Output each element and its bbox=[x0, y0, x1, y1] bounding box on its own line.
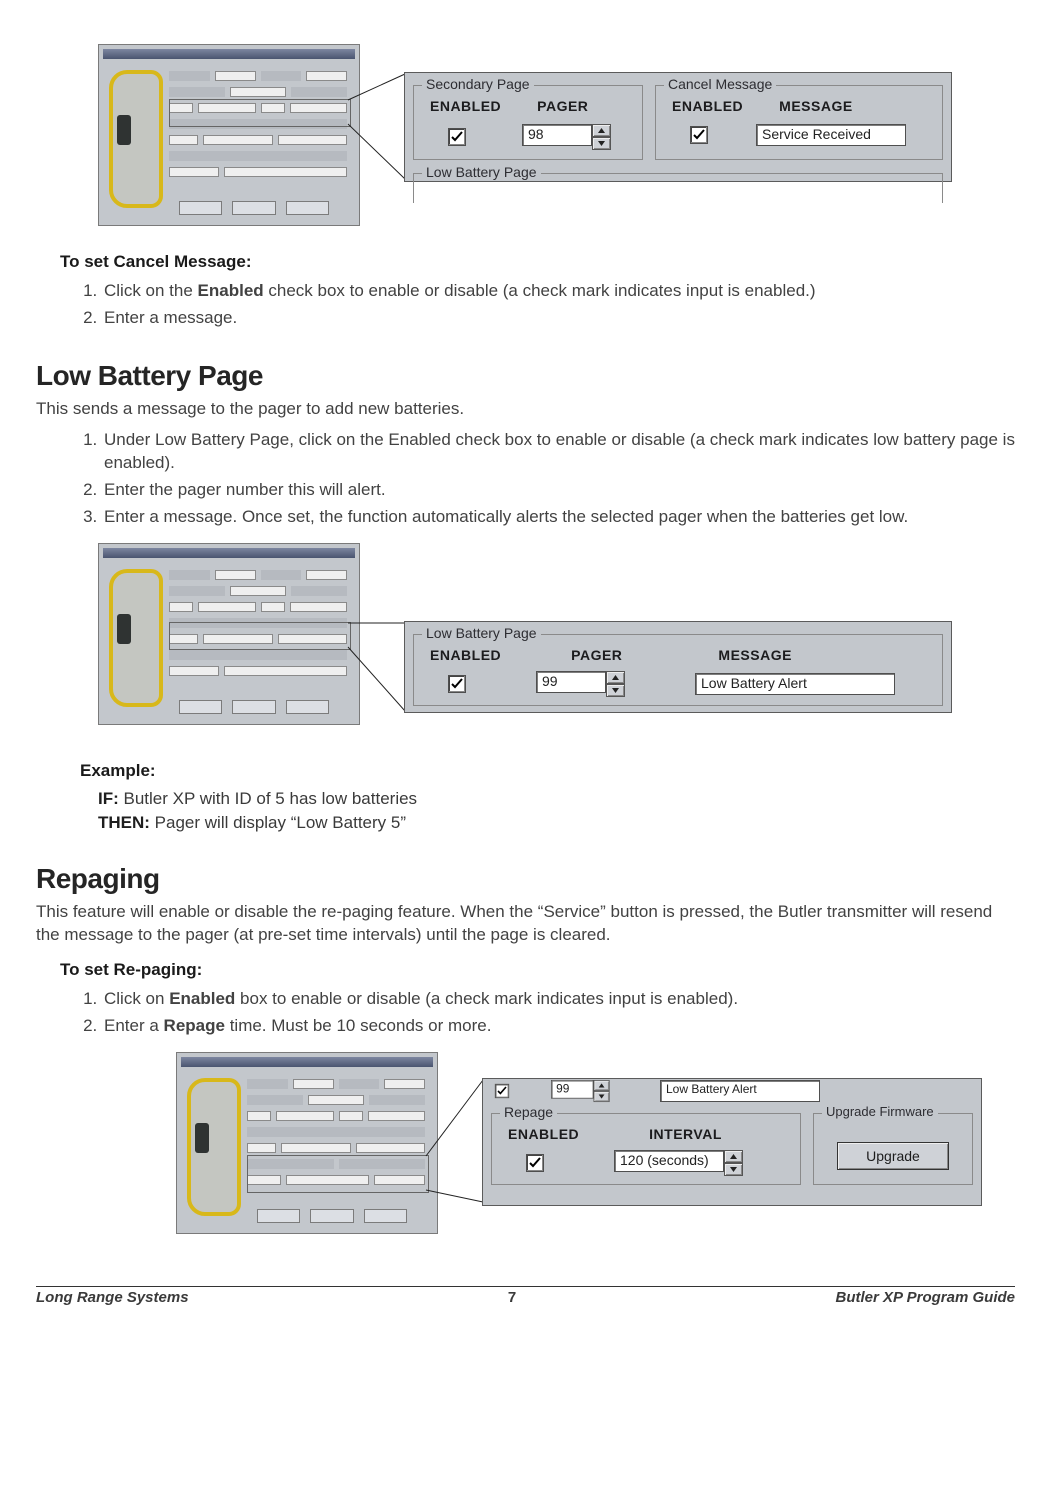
spinner-down-icon[interactable] bbox=[606, 684, 625, 697]
step-repage-1: Click on Enabled box to enable or disabl… bbox=[102, 988, 1015, 1011]
lowbat-message-input[interactable]: Low Battery Alert bbox=[695, 673, 895, 695]
page-footer: Long Range Systems 7 Butler XP Program G… bbox=[36, 1286, 1015, 1306]
secondary-pager-value[interactable]: 98 bbox=[522, 124, 592, 146]
heading-repaging: To set Re-paging: bbox=[60, 960, 1015, 980]
group-label-cancel: Cancel Message bbox=[664, 76, 776, 92]
group-label-secondary: Secondary Page bbox=[422, 76, 534, 92]
cutoff-label: Low Battery Page bbox=[422, 164, 541, 180]
figure-low-battery: Low Battery Page ENABLED PAGER MESSAGE 9… bbox=[98, 543, 1015, 743]
secondary-pager-spinner[interactable]: 98 bbox=[522, 124, 611, 150]
figure-secondary-cancel: Secondary Page ENABLED PAGER 98 bbox=[98, 44, 1015, 234]
repage-interval-spinner[interactable]: 120 (seconds) bbox=[614, 1150, 743, 1176]
zoom-panel-low-battery: Low Battery Page ENABLED PAGER MESSAGE 9… bbox=[404, 621, 952, 713]
group-label-upgrade: Upgrade Firmware bbox=[822, 1104, 938, 1119]
steps-lowbat: Under Low Battery Page, click on the Ena… bbox=[74, 429, 1015, 529]
header-interval: INTERVAL bbox=[649, 1126, 722, 1142]
cancel-enabled-checkbox[interactable] bbox=[690, 126, 708, 144]
group-cutoff: Low Battery Page bbox=[413, 173, 943, 203]
repage-interval-value[interactable]: 120 (seconds) bbox=[614, 1150, 724, 1172]
lowbat-pager-value[interactable]: 99 bbox=[536, 671, 606, 693]
header-pager: PAGER bbox=[571, 647, 622, 663]
header-enabled: ENABLED bbox=[430, 98, 501, 114]
topstrip-checkbox bbox=[495, 1084, 509, 1098]
title-low-battery: Low Battery Page bbox=[36, 360, 1015, 392]
cancel-message-input[interactable]: Service Received bbox=[756, 124, 906, 146]
spinner-up-icon[interactable] bbox=[592, 124, 611, 137]
spinner-up-icon[interactable] bbox=[606, 671, 625, 684]
header-message: MESSAGE bbox=[779, 98, 853, 114]
topstrip-spinner: 99 bbox=[551, 1080, 610, 1102]
group-repage: Repage ENABLED INTERVAL 120 (seconds) bbox=[491, 1113, 801, 1185]
step-lowbat-1: Under Low Battery Page, click on the Ena… bbox=[102, 429, 1015, 475]
intro-low-battery: This sends a message to the pager to add… bbox=[36, 398, 1015, 421]
step-repage-2: Enter a Repage time. Must be 10 seconds … bbox=[102, 1015, 1015, 1038]
header-enabled: ENABLED bbox=[672, 98, 743, 114]
secondary-enabled-checkbox[interactable] bbox=[448, 128, 466, 146]
steps-cancel: Click on the Enabled check box to enable… bbox=[74, 280, 1015, 330]
spinner-down-icon[interactable] bbox=[724, 1163, 743, 1176]
header-pager: PAGER bbox=[537, 98, 588, 114]
lowbat-enabled-checkbox[interactable] bbox=[448, 675, 466, 693]
example-if-line: IF: Butler XP with ID of 5 has low batte… bbox=[98, 789, 1015, 809]
group-label-lowbat: Low Battery Page bbox=[422, 625, 541, 641]
header-enabled: ENABLED bbox=[430, 647, 501, 663]
example-then-line: THEN: Pager will display “Low Battery 5” bbox=[98, 813, 1015, 833]
group-upgrade-firmware: Upgrade Firmware Upgrade bbox=[813, 1113, 973, 1185]
step-lowbat-2: Enter the pager number this will alert. bbox=[102, 479, 1015, 502]
step-lowbat-3: Enter a message. Once set, the function … bbox=[102, 506, 1015, 529]
group-cancel-message: Cancel Message ENABLED MESSAGE Service R… bbox=[655, 85, 943, 160]
footer-page-number: 7 bbox=[508, 1289, 516, 1306]
group-secondary-page: Secondary Page ENABLED PAGER 98 bbox=[413, 85, 643, 160]
zoom-panel-repage: 99 Low Battery Alert Repage ENABLED INTE… bbox=[482, 1078, 982, 1206]
step-cancel-1: Click on the Enabled check box to enable… bbox=[102, 280, 1015, 303]
spinner-up-icon[interactable] bbox=[724, 1150, 743, 1163]
upgrade-button[interactable]: Upgrade bbox=[837, 1142, 949, 1170]
lowbat-pager-spinner[interactable]: 99 bbox=[536, 671, 625, 697]
zoom-panel-secondary-cancel: Secondary Page ENABLED PAGER 98 bbox=[404, 72, 952, 182]
figure-repage: 99 Low Battery Alert Repage ENABLED INTE… bbox=[176, 1052, 1015, 1252]
step-cancel-2: Enter a message. bbox=[102, 307, 1015, 330]
heading-cancel-message: To set Cancel Message: bbox=[60, 252, 1015, 272]
group-label-repage: Repage bbox=[500, 1104, 557, 1120]
title-repaging: Repaging bbox=[36, 863, 1015, 895]
intro-repaging: This feature will enable or disable the … bbox=[36, 901, 1015, 947]
footer-right: Butler XP Program Guide bbox=[836, 1289, 1015, 1306]
header-enabled: ENABLED bbox=[508, 1126, 579, 1142]
topstrip-msg: Low Battery Alert bbox=[660, 1080, 820, 1102]
repage-enabled-checkbox[interactable] bbox=[526, 1154, 544, 1172]
spinner-down-icon[interactable] bbox=[592, 137, 611, 150]
group-low-battery: Low Battery Page ENABLED PAGER MESSAGE 9… bbox=[413, 634, 943, 706]
footer-left: Long Range Systems bbox=[36, 1289, 189, 1306]
steps-repaging: Click on Enabled box to enable or disabl… bbox=[74, 988, 1015, 1038]
heading-example: Example: bbox=[80, 761, 1015, 781]
header-message: MESSAGE bbox=[718, 647, 792, 663]
